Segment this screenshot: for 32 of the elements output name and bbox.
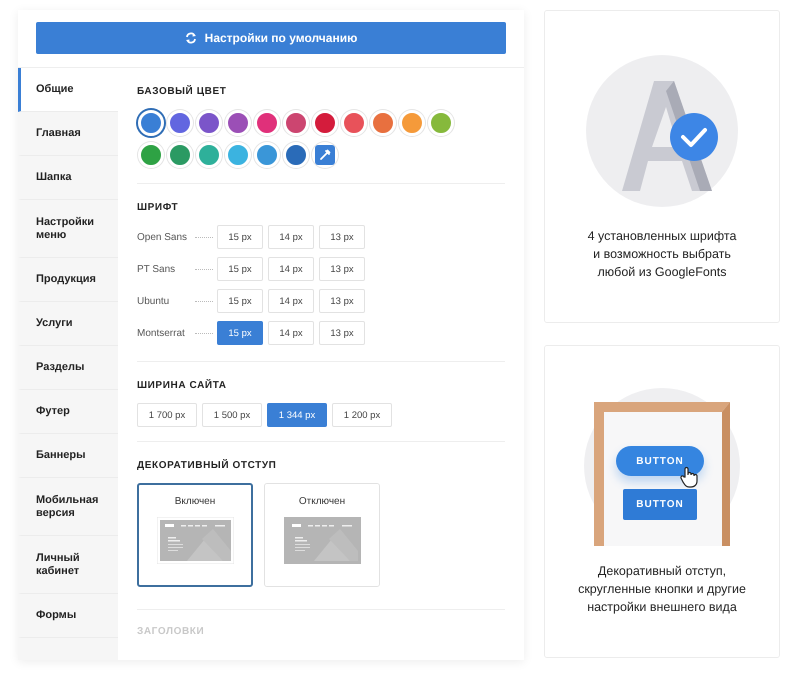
width-option[interactable]: 1 344 px — [267, 403, 327, 427]
width-option[interactable]: 1 700 px — [137, 403, 197, 427]
font-size-option[interactable]: 13 px — [319, 321, 365, 345]
layout-option[interactable]: Включен — [137, 483, 253, 587]
section-heading: ШИРИНА САЙТА — [137, 380, 228, 391]
font-name: Open Sans — [137, 232, 188, 242]
width-option[interactable]: 1 200 px — [332, 403, 392, 427]
font-size-option[interactable]: 15 px — [217, 289, 263, 313]
width-option[interactable]: 1 500 px — [202, 403, 262, 427]
font-size-option[interactable]: 13 px — [319, 257, 365, 281]
section-heading: ШРИФТ — [137, 202, 180, 213]
section-heading: БАЗОВЫЙ ЦВЕТ — [137, 86, 228, 97]
font-size-option[interactable]: 14 px — [268, 257, 314, 281]
font-size-option[interactable]: 15 px — [217, 321, 263, 345]
layout-label: Отключен — [298, 496, 346, 507]
font-name: Montserrat — [137, 328, 186, 338]
sidebar-tab[interactable]: Общие — [18, 68, 118, 112]
feature-caption: Декоративный отступ, скругленные кнопки и другие настройки внешнего вида — [578, 563, 746, 616]
font-size-option[interactable]: 14 px — [268, 289, 314, 313]
feature-caption: 4 установленных шрифта и возможность выбрать любой из GoogleFonts — [588, 228, 736, 281]
font-size-option[interactable]: 15 px — [217, 225, 263, 249]
reset-defaults-button[interactable]: Настройки по умолчанию — [36, 22, 506, 54]
font-size-option[interactable]: 13 px — [319, 289, 365, 313]
font-size-option[interactable]: 15 px — [217, 257, 263, 281]
layout-option[interactable]: Отключен — [264, 483, 380, 587]
layout-label: Включен — [174, 496, 216, 507]
font-name: PT Sans — [137, 264, 176, 274]
font-size-option[interactable]: 14 px — [268, 225, 314, 249]
font-size-option[interactable]: 13 px — [319, 225, 365, 249]
font-name: Ubuntu — [137, 296, 170, 306]
section-heading: ДЕКОРАТИВНЫЙ ОТСТУП — [137, 460, 278, 471]
font-size-option[interactable]: 14 px — [268, 321, 314, 345]
